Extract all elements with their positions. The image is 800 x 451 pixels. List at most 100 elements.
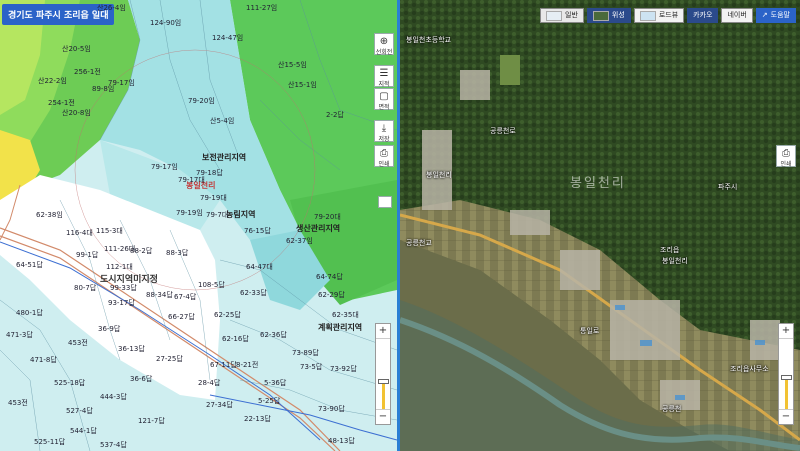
parcel-label: 62-25답	[214, 311, 241, 319]
parcel-label: 64-74답	[316, 273, 343, 281]
zoom-level-bar-right	[785, 380, 788, 409]
save-button[interactable]: ⤓ 저장	[374, 120, 394, 143]
parcel-label: 73-89답	[292, 349, 319, 357]
parcel-label: 537-4답	[100, 441, 127, 449]
parcel-label: 115-3대	[96, 227, 123, 235]
general-map-icon	[546, 10, 563, 21]
parcel-label: 48-13답	[328, 437, 355, 445]
naver-button[interactable]: 네이버	[721, 8, 753, 23]
roadview-button[interactable]: 로드뷰	[633, 8, 685, 23]
zoom-knob-left[interactable]	[378, 379, 389, 384]
printer-icon: ⎙	[380, 148, 388, 159]
parcel-label: 62-16답	[222, 335, 249, 343]
sat-label: 공릉천로	[490, 127, 516, 135]
zoom-in-left-button[interactable]: +	[376, 324, 390, 339]
parcel-label: 471-3답	[6, 331, 33, 339]
kakao-button[interactable]: 카카오	[687, 8, 719, 23]
map-type-toolbar: 일반 위성 로드뷰 카카오 네이버 ↗ 도움말	[540, 8, 796, 23]
zoom-in-right-button[interactable]: +	[779, 324, 793, 339]
parcel-label: 2-2답	[326, 111, 344, 119]
satellite-map-panel[interactable]: 봉일천리 공릉천로 공릉천교 봉일천리 통일로 조리읍 공릉천 파주시 봉일천초…	[400, 0, 800, 451]
zoom-control-right[interactable]: + −	[778, 323, 794, 425]
parcel-label: 79-19대	[200, 194, 227, 202]
parcel-label: 88-2답	[130, 247, 153, 255]
zone-label-production: 생산관리지역	[296, 224, 341, 233]
zoom-track-right[interactable]	[779, 339, 793, 409]
parcel-label: 525-11답	[34, 438, 66, 446]
parcel-label: 66-27답	[168, 313, 195, 321]
zoom-control-left[interactable]: + −	[375, 323, 391, 425]
help-icon: ↗	[761, 11, 768, 19]
parcel-label: 73-90답	[318, 405, 345, 413]
sat-label: 봉일천초등학교	[406, 36, 452, 44]
sat-label: 봉일천리	[426, 171, 452, 179]
parcel-label: 99-33답	[110, 284, 137, 292]
zone-label-conservation: 보전관리지역	[202, 153, 247, 162]
print-left-label: 인쇄	[378, 161, 390, 168]
zoom-knob-right[interactable]	[781, 375, 792, 380]
sat-label: 공릉천교	[406, 239, 432, 247]
roadview-label: 로드뷰	[658, 11, 679, 19]
naver-label: 네이버	[727, 11, 747, 19]
parcel-label: 76-15답	[244, 227, 271, 235]
help-button[interactable]: ↗ 도움말	[755, 8, 796, 23]
download-icon: ⤓	[381, 123, 387, 134]
parcel-label: 67-4답	[174, 293, 197, 301]
parcel-label: 79-17임	[108, 79, 135, 87]
map-type-satellite-button[interactable]: 위성	[586, 8, 631, 23]
parcel-label: 64-51답	[16, 261, 43, 269]
parcel-label: 124-90임	[150, 19, 182, 27]
print-left-button[interactable]: ⎙ 인쇄	[374, 145, 394, 168]
parcel-label: 27-34답	[206, 401, 233, 409]
parcel-label: 111-27임	[246, 4, 278, 12]
parcel-label: 62-37임	[286, 237, 313, 245]
zoom-out-right-button[interactable]: −	[779, 409, 793, 424]
print-right-button[interactable]: ⎙ 인쇄	[776, 145, 796, 168]
zone-label-agriculture: 농림지역	[226, 210, 256, 219]
parcel-label: 453전	[8, 399, 28, 407]
print-right-label: 인쇄	[780, 161, 792, 168]
sat-label: 파주시	[718, 183, 738, 191]
parcel-label: 27-25답	[156, 355, 183, 363]
parcel-label: 256-1전	[74, 68, 101, 76]
parcel-label: 121-7답	[138, 417, 165, 425]
parcel-label: 62-33답	[240, 289, 267, 297]
cadastral-toggle-button[interactable]: ☰ 지적	[374, 65, 394, 88]
area-measure-button[interactable]: ▢ 면적	[374, 88, 394, 111]
sat-area-label-big: 봉일천리	[570, 176, 626, 191]
area-icon: ▢	[379, 91, 389, 102]
rotate-button[interactable]: ⊕ 선회전	[374, 33, 394, 56]
sat-label: 조리읍	[660, 246, 680, 254]
parcel-label: 73-92답	[330, 365, 357, 373]
parcel-label: 124-47임	[212, 34, 244, 42]
satellite-imagery	[400, 0, 800, 451]
zoom-out-left-button[interactable]: −	[376, 409, 390, 424]
sat-label: 봉일천리	[662, 257, 688, 265]
parcel-label: 79-20대	[314, 213, 341, 221]
parcel-label: 산20-8임	[62, 109, 91, 117]
rotate-label: 선회전	[375, 49, 393, 56]
parcel-label: 산15-1임	[288, 81, 317, 89]
zoom-level-bar-left	[382, 384, 385, 409]
parcel-label: 62-36답	[260, 331, 287, 339]
printer-icon: ⎙	[782, 148, 790, 159]
scroll-marker	[378, 196, 392, 208]
sat-label: 통일로	[580, 327, 600, 335]
cadastral-map-panel[interactable]: 경기도 파주시 조리읍 일대 도시지역미지정 봉일천리 보전관리지역 농림지역 …	[0, 0, 397, 451]
parcel-label: 산15-5임	[278, 61, 307, 69]
parcel-label: 453전	[68, 339, 88, 347]
parcel-label: 산20-5임	[62, 45, 91, 53]
parcel-label: 79-19임	[176, 209, 203, 217]
map-type-general-button[interactable]: 일반	[540, 8, 584, 23]
parcel-label: 5-25답	[258, 397, 281, 405]
layers-icon: ☰	[379, 68, 389, 79]
rotate-icon: ⊕	[379, 36, 389, 47]
parcel-label: 36-6답	[130, 375, 153, 383]
parcel-label: 525-18답	[54, 379, 86, 387]
zone-label-planned: 계획관리지역	[318, 323, 363, 332]
parcel-label: 산22-2임	[38, 77, 67, 85]
zoom-track-left[interactable]	[376, 339, 390, 409]
parcel-label: 527-4답	[66, 407, 93, 415]
parcel-label: 8-21전	[236, 361, 259, 369]
parcel-label: 79-17대	[178, 176, 205, 184]
